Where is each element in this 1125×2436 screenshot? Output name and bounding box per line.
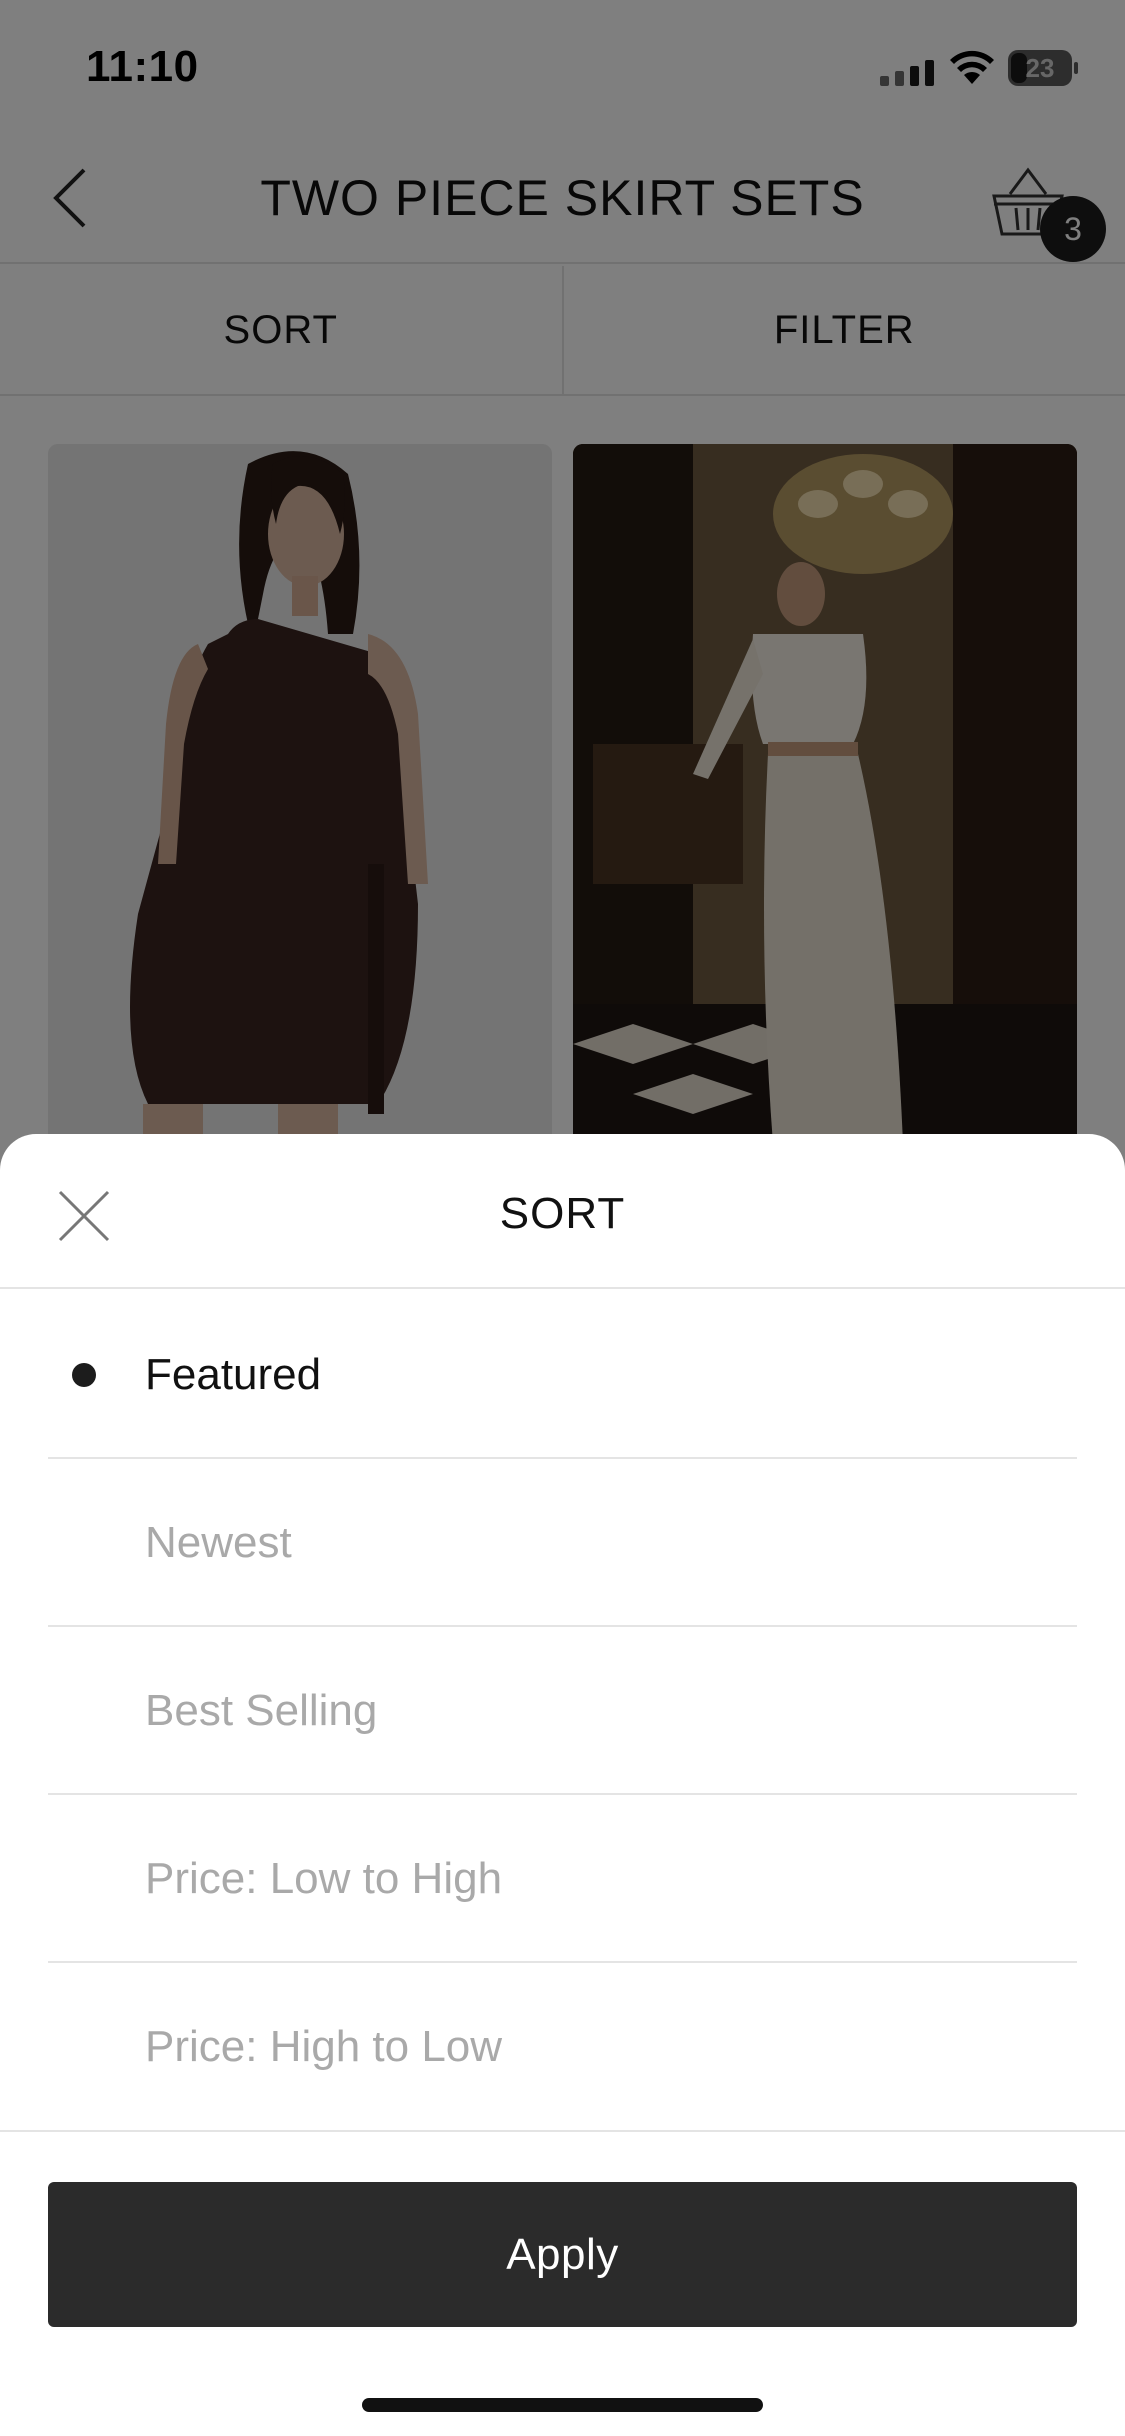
sort-option-label: Price: High to Low (145, 2022, 503, 2071)
screen: 11:10 23 TWO PIECE SKIRT SETS (0, 0, 1125, 2436)
sort-option-price-high-low[interactable]: Price: High to Low (48, 1963, 1077, 2131)
sort-option-label: Featured (145, 1350, 322, 1399)
sort-option-label: Best Selling (145, 1686, 378, 1735)
sheet-divider (0, 2130, 1125, 2132)
sort-sheet-title: SORT (499, 1189, 626, 1238)
sort-sheet: SORT Featured Newest Best Selling Price:… (0, 1134, 1125, 2436)
sort-sheet-header: SORT (0, 1134, 1125, 1289)
home-indicator (362, 2398, 763, 2412)
apply-button[interactable]: Apply (48, 2182, 1077, 2327)
close-icon (58, 1190, 110, 1242)
sort-option-label: Newest (145, 1518, 292, 1567)
sort-option-label: Price: Low to High (145, 1854, 503, 1903)
sort-option-newest[interactable]: Newest (48, 1459, 1077, 1627)
selected-dot-icon (72, 1363, 96, 1387)
sort-option-featured[interactable]: Featured (48, 1291, 1077, 1459)
sort-option-price-low-high[interactable]: Price: Low to High (48, 1795, 1077, 1963)
sort-options-list: Featured Newest Best Selling Price: Low … (48, 1291, 1077, 2131)
sort-option-best-selling[interactable]: Best Selling (48, 1627, 1077, 1795)
close-button[interactable] (52, 1184, 116, 1248)
